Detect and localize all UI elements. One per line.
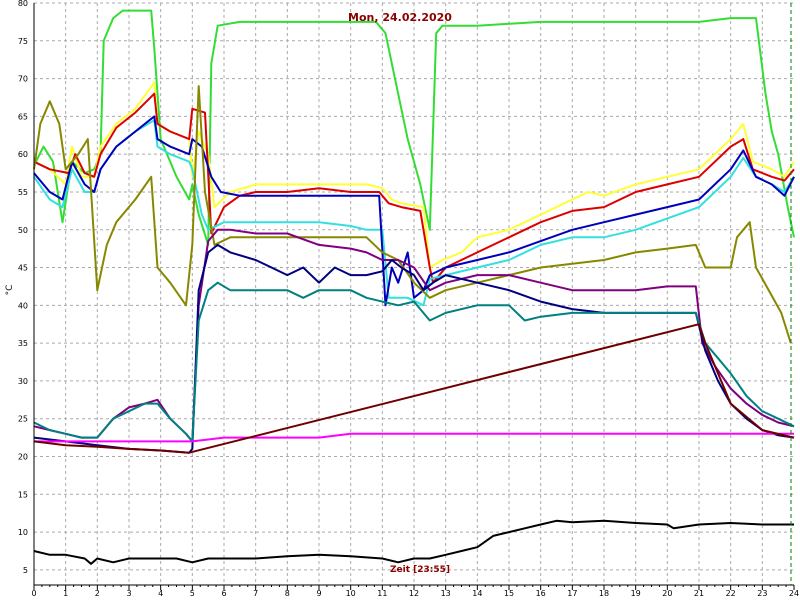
y-tick-label: 40	[18, 301, 28, 310]
y-tick-label: 70	[18, 75, 28, 84]
x-tick-label: 18	[599, 589, 609, 598]
x-tick-label: 24	[789, 589, 799, 598]
x-tick-label: 13	[441, 589, 451, 598]
x-tick-label: 3	[126, 589, 131, 598]
y-tick-label: 10	[18, 528, 28, 537]
x-tick-label: 16	[536, 589, 546, 598]
y-tick-label: 55	[18, 188, 28, 197]
temperature-chart: 0 1 2 3 4 5 6 7 8 9 10 11 12 13 14 15 16 17 18 19 20 21 22 23 24…	[0, 0, 800, 600]
x-tick-label: 5	[190, 589, 195, 598]
chart-title: Mon, 24.02.2020	[348, 11, 452, 24]
x-tick-label: 21	[694, 589, 704, 598]
chart-background	[0, 0, 800, 600]
y-tick-label: 35	[18, 339, 28, 348]
x-tick-label: 15	[504, 589, 514, 598]
y-tick-label: 50	[18, 226, 28, 235]
y-tick-label: 20	[18, 453, 28, 462]
y-tick-label: 65	[18, 112, 28, 121]
y-tick-label: 15	[18, 490, 28, 499]
x-tick-label: 17	[567, 589, 577, 598]
x-tick-label: 23	[757, 589, 767, 598]
x-tick-label: 8	[285, 589, 290, 598]
y-tick-label: 25	[18, 415, 28, 424]
x-tick-label: 0	[31, 589, 36, 598]
x-tick-label: 6	[221, 589, 226, 598]
y-tick-label: 60	[18, 150, 28, 159]
x-tick-label: 2	[95, 589, 100, 598]
y-axis-label: °C	[5, 285, 15, 296]
x-tick-label: 19	[631, 589, 641, 598]
x-tick-label: 20	[662, 589, 672, 598]
x-tick-label: 22	[726, 589, 736, 598]
time-label: Zeit [23:55]	[390, 565, 450, 575]
x-tick-label: 12	[409, 589, 419, 598]
y-tick-label: 5	[23, 566, 28, 575]
y-tick-label: 80	[18, 0, 28, 8]
x-tick-label: 9	[316, 589, 321, 598]
x-tick-label: 4	[158, 589, 163, 598]
x-tick-label: 1	[63, 589, 68, 598]
x-tick-label: 10	[346, 589, 356, 598]
y-tick-label: 45	[18, 264, 28, 273]
y-tick-label: 75	[18, 37, 28, 46]
x-tick-label: 11	[377, 589, 387, 598]
y-tick-label: 30	[18, 377, 28, 386]
x-tick-label: 7	[253, 589, 258, 598]
x-tick-label: 14	[472, 589, 482, 598]
